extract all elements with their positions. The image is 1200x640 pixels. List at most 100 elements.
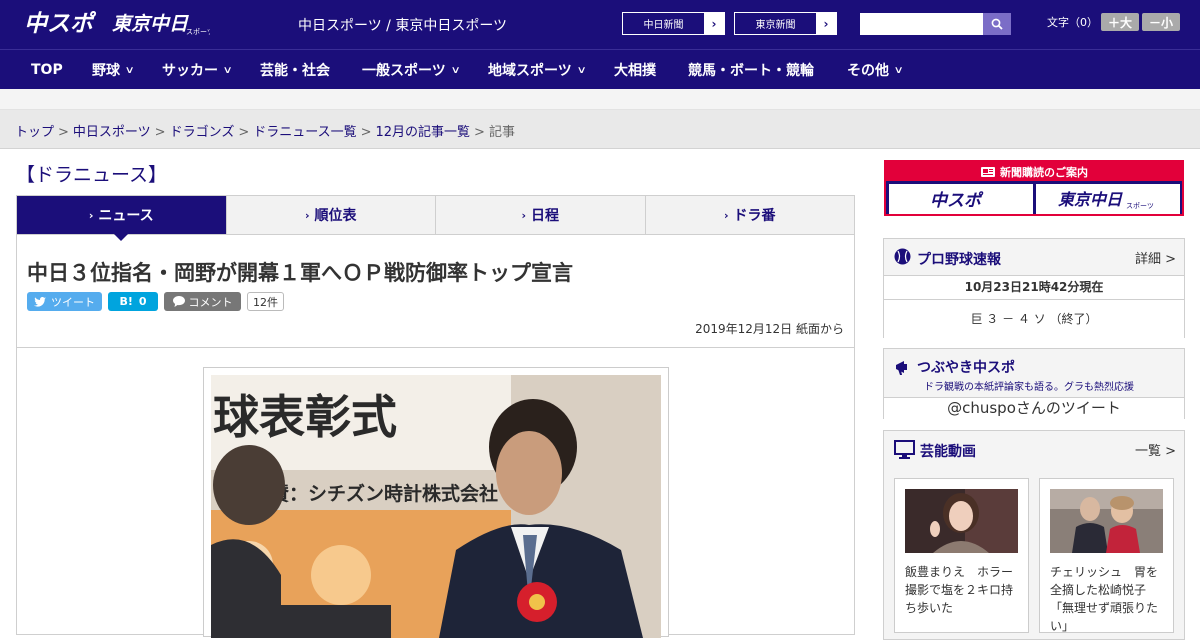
tweet-label: ツイート: [51, 295, 95, 309]
twitter-bird-icon: [34, 296, 46, 307]
breadcrumb-link-dragons[interactable]: ドラゴンズ: [170, 125, 235, 140]
font-larger-button[interactable]: ＋大: [1101, 13, 1139, 31]
chevron-right-icon: ›: [723, 208, 729, 222]
breadcrumb-current: 記事: [488, 125, 515, 140]
breadcrumb-separator: >: [154, 125, 166, 140]
svg-text:東京中日: 東京中日: [1058, 190, 1123, 209]
breadcrumb: トップ > 中日スポーツ > ドラゴンズ > ドラニュース一覧 >12月の記事一覧 > 記事: [15, 121, 515, 140]
chevron-down-icon: ∨: [450, 64, 461, 76]
megaphone-icon: [896, 361, 907, 375]
nav-item-label: 芸能・社会: [260, 63, 330, 79]
hatena-bookmark-button[interactable]: B! 0: [108, 292, 158, 311]
video-thumbnail: [905, 489, 1018, 553]
widget-header: プロ野球速報 詳細 >: [884, 239, 1184, 275]
tokyo-shimbun-link[interactable]: 東京新聞 ›: [734, 12, 837, 35]
video-list-link[interactable]: 一覧 >: [1135, 440, 1176, 459]
nav-item-other[interactable]: その他 ∨: [847, 50, 904, 90]
nav-item-label: 競馬・ボート・競輪: [688, 63, 814, 79]
hatena-count: 0: [138, 295, 147, 308]
subscription-banner[interactable]: 新聞購読のご案内 中スポ 東京中日 スポーツ: [884, 160, 1184, 216]
speech-bubble-icon: [172, 296, 185, 307]
nav-item-sumo[interactable]: 大相撲: [614, 50, 656, 90]
game-score[interactable]: 巨 ３ － ４ ソ （終了）: [884, 299, 1184, 338]
chunichi-shimbun-link[interactable]: 中日新聞 ›: [622, 12, 725, 35]
nav-item-label: 一般スポーツ: [362, 63, 446, 79]
chuspo-subscribe-logo[interactable]: 中スポ: [889, 184, 1033, 214]
tab-news[interactable]: › ニュース: [17, 196, 226, 241]
widget-title: 芸能動画: [920, 444, 976, 460]
article-photo-frame: 球表彰式 協賛：シチズン時計株式会社: [203, 367, 669, 638]
site-header: 中スポ 東京中日 スポーツ 中日スポーツ / 東京中日スポーツ 中日新聞 › 東…: [0, 0, 1200, 49]
chevron-right-icon: ›: [304, 208, 310, 222]
tab-dora-ban[interactable]: › ドラ番: [644, 196, 854, 234]
svg-text:中スポ: 中スポ: [930, 191, 984, 211]
nav-item-entertainment[interactable]: 芸能・社会: [260, 50, 330, 90]
monitor-icon: [894, 440, 915, 459]
hatena-icon: B!: [119, 295, 133, 308]
baseball-details-link[interactable]: 詳細 >: [1135, 248, 1176, 267]
entertainment-video-widget: 芸能動画 一覧 > 飯豊まりえ ホラー撮影で塩を２キロ持ち歩いた チェリッシュ …: [883, 430, 1185, 640]
nav-item-racing[interactable]: 競馬・ボート・競輪: [688, 50, 814, 90]
chevron-right-icon: ›: [521, 208, 527, 222]
subscription-title: 新聞購読のご案内: [886, 162, 1182, 181]
main-nav: TOP 野球 ∨ サッカー ∨ 芸能・社会 一般スポーツ ∨ 地域スポーツ ∨ 大相撲 …: [0, 49, 1200, 89]
video-card[interactable]: 飯豊まりえ ホラー撮影で塩を２キロ持ち歩いた: [894, 478, 1029, 633]
font-size-label: 文字（0）: [1047, 16, 1098, 29]
video-caption: チェリッシュ 胃を全摘した松崎悦子「無理せず頑張りたい」: [1050, 565, 1159, 633]
nav-item-label: サッカー: [162, 63, 218, 79]
nav-item-label: 地域スポーツ: [488, 63, 572, 79]
site-title[interactable]: 中日スポーツ / 東京中日スポーツ: [298, 15, 507, 35]
tab-label: 日程: [531, 208, 560, 224]
tab-label: ニュース: [98, 208, 154, 224]
comment-button[interactable]: コメント: [164, 292, 241, 311]
video-thumbnail: [1050, 489, 1163, 553]
comment-count[interactable]: 12件: [247, 292, 284, 311]
breadcrumb-link-dra-news[interactable]: ドラニュース一覧: [253, 125, 356, 140]
svg-text:中スポ: 中スポ: [24, 11, 97, 37]
nav-item-baseball[interactable]: 野球 ∨: [92, 50, 135, 90]
search-icon: [991, 18, 1003, 30]
chevron-right-icon: ›: [711, 16, 717, 31]
chevron-down-icon: ∨: [893, 64, 904, 76]
tweet-button[interactable]: ツイート: [27, 292, 102, 311]
breadcrumb-link-top[interactable]: トップ: [15, 125, 54, 140]
chevron-down-icon: ∨: [222, 64, 233, 76]
tab-schedule[interactable]: › 日程: [435, 196, 645, 234]
widget-title: プロ野球速報: [917, 252, 1001, 268]
article-dateline: 2019年12月12日 紙面から: [695, 322, 844, 336]
nav-item-soccer[interactable]: サッカー ∨: [162, 50, 233, 90]
breadcrumb-link-chunichi-sports[interactable]: 中日スポーツ: [73, 125, 151, 140]
video-caption: 飯豊まりえ ホラー撮影で塩を２キロ持ち歩いた: [905, 565, 1014, 615]
chevron-down-icon: ∨: [576, 64, 587, 76]
widget-header: 芸能動画 一覧 >: [884, 431, 1184, 467]
nav-item-label: TOP: [31, 62, 63, 78]
font-smaller-button[interactable]: －小: [1142, 13, 1180, 31]
widget-title: つぶやき中スポ: [917, 360, 1015, 376]
breadcrumb-link-december[interactable]: 12月の記事一覧: [376, 125, 471, 140]
photo-banner-text: 球表彰式: [213, 390, 397, 444]
video-card[interactable]: チェリッシュ 胃を全摘した松崎悦子「無理せず頑張りたい」: [1039, 478, 1174, 633]
nav-item-top[interactable]: TOP: [31, 50, 63, 90]
tab-label: 順位表: [314, 208, 357, 224]
tab-standings[interactable]: › 順位表: [225, 196, 435, 234]
nav-item-general-sports[interactable]: 一般スポーツ ∨: [362, 50, 461, 90]
tab-label: ドラ番: [733, 208, 776, 224]
baseball-scores-widget: プロ野球速報 詳細 > 10月23日21時42分現在 巨 ３ － ４ ソ （終了…: [883, 238, 1185, 338]
twitter-timeline-link[interactable]: @chuspoさんのツイート: [884, 397, 1184, 419]
baseball-icon: [894, 248, 911, 265]
chevron-down-icon: ∨: [124, 64, 135, 76]
section-tabs: › ニュース › 順位表 › 日程 › ドラ番: [16, 195, 855, 241]
article-photo[interactable]: 球表彰式 協賛：シチズン時計株式会社: [211, 375, 661, 638]
svg-text:東京中日: 東京中日: [112, 13, 189, 35]
breadcrumb-separator: >: [360, 125, 372, 140]
search-input[interactable]: [860, 13, 983, 35]
comment-label: コメント: [188, 295, 233, 309]
chuspo-logo[interactable]: 中スポ: [24, 8, 102, 38]
tokyo-chunichi-subscribe-logo[interactable]: 東京中日 スポーツ: [1036, 184, 1180, 214]
newspaper-icon: [981, 166, 995, 177]
search-button[interactable]: [983, 13, 1011, 35]
tokyo-chunichi-logo[interactable]: 東京中日 スポーツ: [112, 8, 210, 38]
nav-item-label: その他: [847, 63, 889, 79]
nav-item-local-sports[interactable]: 地域スポーツ ∨: [488, 50, 587, 90]
breadcrumb-bar: トップ > 中日スポーツ > ドラゴンズ > ドラニュース一覧 >12月の記事一覧 > 記事: [0, 110, 1200, 149]
